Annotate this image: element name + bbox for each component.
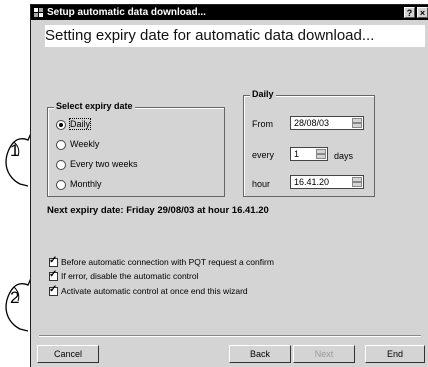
from-date-input[interactable]: 28/08/03	[290, 116, 364, 130]
every-days-value: 1	[294, 149, 300, 159]
checkbox-request-confirm-label: Before automatic connection with PQT req…	[61, 257, 274, 267]
radio-monthly-dot[interactable]	[56, 180, 66, 190]
radio-weekly-label: Weekly	[70, 139, 100, 149]
window-title: Setup automatic data download...	[47, 7, 206, 18]
check-icon: ✓	[49, 255, 58, 266]
radio-monthly-label: Monthly	[70, 179, 102, 189]
callout-number-2: 2	[10, 288, 19, 307]
app-icon	[34, 8, 43, 17]
checkbox-activate-at-end-label: Activate automatic control at once end t…	[61, 286, 248, 296]
radio-every-two-weeks-dot[interactable]	[56, 160, 66, 170]
close-button[interactable]: ×	[417, 7, 428, 18]
from-date-value: 28/08/03	[294, 118, 330, 128]
button-separator	[39, 335, 421, 337]
callout-number-1: 1	[10, 141, 19, 160]
hour-label: hour	[252, 179, 271, 189]
help-button[interactable]: ?	[404, 7, 415, 18]
checkbox-disable-on-error-label: If error, disable the automatic control	[61, 271, 199, 281]
from-label: From	[252, 119, 273, 129]
page-heading: Setting expiry date for automatic data d…	[45, 25, 425, 47]
every-label: every	[252, 150, 275, 160]
daily-title: Daily	[250, 89, 276, 99]
select-expiry-title: Select expiry date	[54, 101, 135, 111]
hour-spinner[interactable]	[352, 177, 362, 187]
radio-every-two-weeks-label: Every two weeks	[70, 159, 138, 169]
next-button[interactable]: Next	[293, 345, 355, 363]
end-button[interactable]: End	[365, 345, 425, 363]
title-bar: Setup automatic data download... ? ×	[31, 5, 428, 20]
days-label: days	[334, 151, 354, 161]
next-expiry-text: Next expiry date: Friday 29/08/03 at hou…	[47, 205, 269, 216]
daily-group: Daily From 28/08/03 every 1 days hour 16…	[243, 89, 375, 197]
hour-input[interactable]: 16.41.20	[290, 175, 364, 189]
check-icon: ✓	[49, 284, 58, 295]
cancel-button[interactable]: Cancel	[37, 345, 99, 363]
every-days-input[interactable]: 1	[290, 147, 328, 161]
radio-daily-label: Daily	[68, 118, 92, 130]
radio-weekly-dot[interactable]	[56, 140, 66, 150]
wizard-window: Setup automatic data download... ? × Set…	[30, 4, 428, 367]
from-date-spinner[interactable]	[352, 118, 362, 128]
select-expiry-group: Select expiry date Daily Weekly Every tw…	[47, 101, 225, 197]
hour-value: 16.41.20	[294, 177, 330, 187]
every-days-spinner[interactable]	[316, 149, 326, 159]
radio-daily-dot[interactable]	[56, 120, 66, 130]
check-icon: ✓	[49, 269, 58, 280]
back-button[interactable]: Back	[229, 345, 291, 363]
